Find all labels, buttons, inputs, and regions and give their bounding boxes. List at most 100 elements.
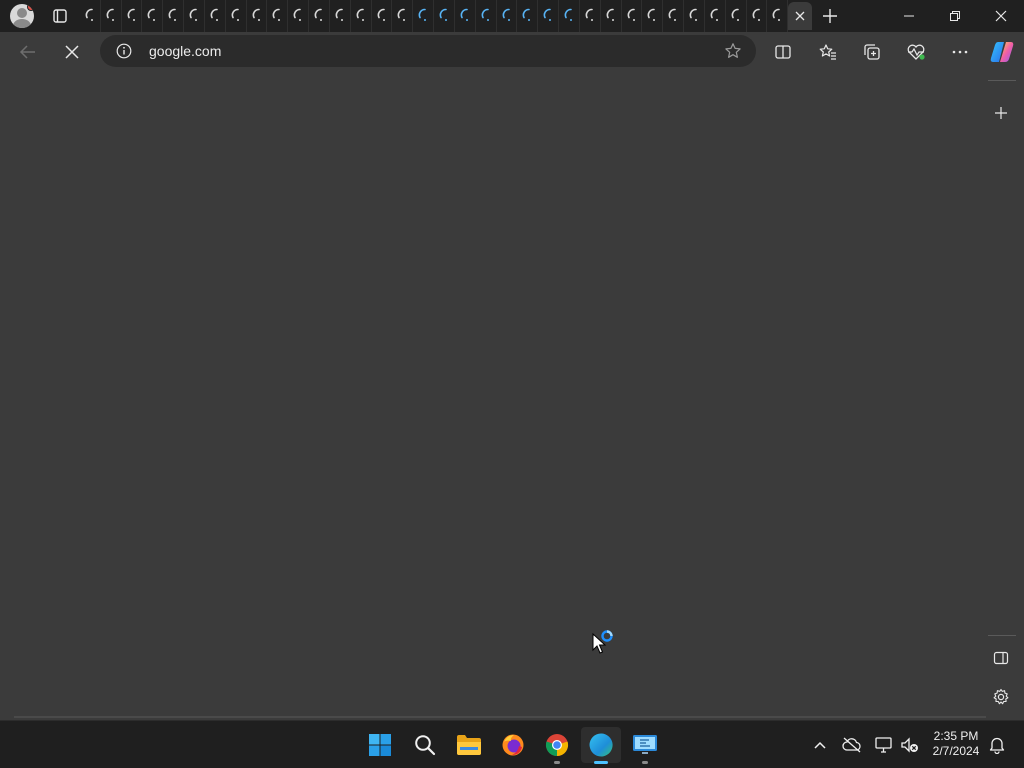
favorites-button[interactable] — [812, 36, 844, 68]
browser-tab[interactable] — [372, 0, 393, 32]
onedrive-tray-button[interactable] — [840, 733, 864, 757]
browser-tab[interactable] — [622, 0, 643, 32]
firefox-icon — [502, 734, 524, 756]
minimize-icon — [904, 15, 914, 17]
taskbar-edge[interactable] — [581, 727, 621, 764]
more-options-icon — [952, 50, 968, 54]
browser-tab[interactable] — [434, 0, 455, 32]
notifications-button[interactable] — [985, 733, 1009, 757]
loading-spinner-icon — [418, 8, 427, 21]
hide-sidebar-button[interactable] — [993, 650, 1011, 668]
new-tab-button[interactable] — [818, 4, 842, 28]
browser-tab[interactable] — [601, 0, 622, 32]
loading-spinner-icon — [752, 8, 760, 21]
split-screen-button[interactable] — [767, 36, 799, 68]
close-window-button[interactable] — [978, 0, 1024, 32]
loading-spinner-icon — [585, 8, 593, 21]
browser-tab[interactable] — [580, 0, 601, 32]
browser-tab[interactable] — [538, 0, 560, 32]
browser-tab[interactable] — [122, 0, 143, 32]
taskbar-firefox[interactable] — [493, 727, 533, 763]
search-icon — [415, 735, 436, 756]
browser-tab[interactable] — [205, 0, 226, 32]
taskbar-search-button[interactable] — [405, 727, 445, 763]
browser-tab[interactable] — [767, 0, 789, 32]
loading-spinner-icon — [502, 8, 510, 21]
browser-tab[interactable] — [642, 0, 664, 32]
browser-tab[interactable] — [684, 0, 705, 32]
browser-tab[interactable] — [142, 0, 164, 32]
active-tab[interactable] — [788, 2, 812, 30]
sidebar-add-button[interactable] — [992, 104, 1010, 122]
back-arrow-icon — [19, 45, 35, 59]
browser-tab[interactable] — [247, 0, 268, 32]
collections-button[interactable] — [856, 36, 888, 68]
profile-avatar-button[interactable] — [10, 4, 34, 28]
browser-tab[interactable] — [497, 0, 518, 32]
network-icon — [875, 737, 892, 753]
back-button[interactable] — [12, 36, 44, 68]
browser-tab[interactable] — [163, 0, 185, 32]
horizontal-divider — [14, 716, 986, 718]
settings-and-more-button[interactable] — [944, 36, 976, 68]
browser-tab[interactable] — [101, 0, 122, 32]
sidebar-separator — [988, 80, 1016, 81]
browser-essentials-button[interactable] — [900, 36, 932, 68]
browser-tab[interactable] — [413, 0, 435, 32]
loading-spinner-icon — [648, 8, 656, 21]
edge-icon — [589, 733, 613, 757]
loading-spinner-icon — [460, 8, 468, 21]
taskbar-file-explorer[interactable] — [449, 727, 489, 763]
browser-tab[interactable] — [559, 0, 580, 32]
browser-tab[interactable] — [184, 0, 205, 32]
clock-time: 2:35 PM — [933, 729, 979, 743]
show-hidden-icons-button[interactable] — [808, 733, 832, 757]
browser-tab[interactable] — [226, 0, 247, 32]
remote-desktop-icon — [633, 735, 657, 754]
browser-tab[interactable] — [663, 0, 685, 32]
stop-loading-button[interactable] — [56, 36, 88, 68]
browser-tab[interactable] — [517, 0, 539, 32]
browser-tab[interactable] — [267, 0, 289, 32]
browser-tab[interactable] — [455, 0, 476, 32]
notification-dot — [27, 4, 34, 11]
volume-tray-button[interactable] — [898, 733, 922, 757]
browser-tab[interactable] — [288, 0, 310, 32]
loading-spinner-icon — [481, 8, 489, 21]
stop-icon — [65, 45, 79, 59]
browser-tab[interactable] — [309, 0, 330, 32]
taskbar-remote-desktop[interactable] — [625, 727, 665, 764]
close-tab-icon[interactable] — [794, 10, 806, 22]
favorite-star-icon[interactable] — [724, 42, 742, 60]
browser-tab[interactable] — [351, 0, 372, 32]
tab-actions-menu-button[interactable] — [48, 4, 72, 28]
minimize-button[interactable] — [886, 0, 932, 32]
restore-button[interactable] — [932, 0, 978, 32]
copilot-button[interactable] — [986, 36, 1018, 68]
bell-icon — [989, 737, 1005, 754]
site-info-icon[interactable] — [116, 43, 132, 59]
browser-tab[interactable] — [80, 0, 101, 32]
address-url[interactable]: google.com — [149, 43, 221, 59]
browser-tab[interactable] — [330, 0, 351, 32]
browser-tab[interactable] — [392, 0, 414, 32]
page-content[interactable] — [0, 72, 986, 718]
start-button[interactable] — [360, 727, 400, 763]
loading-spinner-icon — [668, 8, 677, 21]
loading-spinner-icon — [293, 8, 302, 21]
loading-spinner-icon — [772, 8, 781, 21]
address-bar[interactable]: google.com — [100, 35, 756, 67]
taskbar-chrome[interactable] — [537, 727, 577, 764]
loading-spinner-icon — [627, 8, 635, 21]
chevron-up-icon — [814, 741, 826, 749]
browser-tab[interactable] — [476, 0, 497, 32]
browser-tab[interactable] — [726, 0, 747, 32]
plus-icon — [823, 9, 837, 23]
taskbar-clock[interactable]: 2:35 PM 2/7/2024 — [926, 729, 986, 759]
sidebar-settings-button[interactable] — [992, 688, 1012, 708]
network-tray-button[interactable] — [872, 733, 896, 757]
browser-tab[interactable] — [705, 0, 726, 32]
browser-tab[interactable] — [747, 0, 768, 32]
loading-spinner-icon — [168, 8, 177, 21]
loading-spinner-icon — [273, 8, 281, 21]
